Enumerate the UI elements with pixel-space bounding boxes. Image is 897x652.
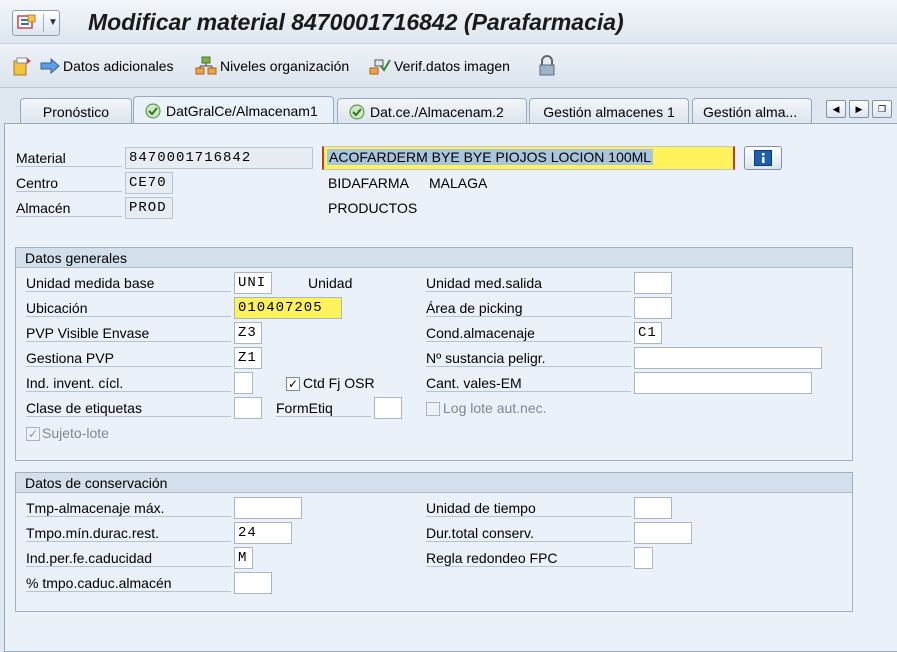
lock-icon: [539, 55, 555, 76]
org-hierarchy-icon: [195, 56, 217, 75]
log-lote-checkbox[interactable]: [426, 402, 440, 416]
ubicacion-field[interactable]: 010407205: [234, 297, 342, 319]
tmp-almacenaje-field[interactable]: [234, 497, 302, 519]
pvp-visible-envase-field[interactable]: Z3: [234, 322, 262, 344]
unidad-medida-base-field[interactable]: UNI: [234, 272, 272, 294]
ubicacion-label: Ubicación: [26, 300, 231, 317]
clase-etiquetas-label: Clase de etiquetas: [26, 400, 231, 417]
log-lote-label: Log lote aut.nec.: [443, 400, 547, 416]
info-icon: [754, 150, 772, 166]
almacen-field[interactable]: PROD: [125, 197, 173, 219]
tab-list-icon: ❐: [877, 103, 887, 114]
tmp-almacenaje-label: Tmp-almacenaje máx.: [26, 500, 231, 517]
tmpo-min-durac-label: Tmpo.mín.durac.rest.: [26, 525, 231, 542]
sustancia-peligr-field[interactable]: [634, 347, 822, 369]
info-button[interactable]: [744, 146, 782, 170]
dur-total-conserv-label: Dur.total conserv.: [426, 525, 631, 542]
menu-icon: [17, 14, 36, 29]
title-bar: ▼ Modificar material 8470001716842 (Para…: [0, 0, 897, 44]
regla-redondeo-label: Regla redondeo FPC: [426, 550, 631, 567]
check-badge-icon: [349, 104, 365, 119]
unidad-tiempo-label: Unidad de tiempo: [426, 500, 631, 517]
check-badge-icon: [145, 103, 161, 118]
cond-almacenaje-label: Cond.almacenaje: [426, 325, 631, 342]
formetiq-field[interactable]: [374, 397, 402, 419]
niveles-organizacion-button[interactable]: Niveles organización: [195, 55, 349, 77]
system-menu-button[interactable]: ▼: [12, 10, 60, 36]
tab-list-button[interactable]: ❐: [872, 100, 892, 118]
ind-per-caducidad-field[interactable]: M: [234, 547, 253, 569]
almacen-label: Almacén: [16, 200, 122, 217]
gestiona-pvp-field[interactable]: Z1: [234, 347, 262, 369]
centro-city: MALAGA: [429, 175, 488, 191]
cond-almacenaje-field[interactable]: C1: [634, 322, 662, 344]
pvp-visible-envase-label: PVP Visible Envase: [26, 325, 231, 342]
chevron-down-icon: ▼: [48, 17, 58, 28]
datos-adicionales-label: Datos adicionales: [63, 58, 174, 74]
cant-vales-em-label: Cant. vales-EM: [426, 375, 631, 392]
tab-label: Pronóstico: [42, 103, 110, 120]
arrow-right-icon: [40, 58, 60, 74]
area-picking-field[interactable]: [634, 297, 672, 319]
verif-datos-imagen-button[interactable]: Verif.datos imagen: [369, 55, 510, 77]
centro-name: BIDAFARMA: [328, 175, 409, 191]
tab-label: Gestión alma...: [703, 103, 798, 120]
ctd-fj-osr-label: Ctd Fj OSR: [303, 375, 375, 391]
tab-label: Gestión almacenes 1: [543, 103, 675, 120]
formetiq-label: FormEtiq: [276, 400, 371, 417]
unidad-med-salida-label: Unidad med.salida: [426, 275, 631, 292]
sujeto-lote-label: Sujeto-lote: [42, 425, 109, 441]
area-picking-label: Área de picking: [426, 300, 631, 317]
material-field[interactable]: 8470001716842: [125, 147, 313, 169]
tab-gestion-almacenes-1[interactable]: Gestión almacenes 1: [529, 98, 689, 124]
pct-tmpo-caduc-label: % tmpo.caduc.almacén: [26, 575, 231, 592]
ind-invent-cicl-label: Ind. invent. cícl.: [26, 375, 231, 392]
gestiona-pvp-label: Gestiona PVP: [26, 350, 231, 367]
verif-datos-imagen-label: Verif.datos imagen: [394, 58, 510, 74]
tab-gestion-alma[interactable]: Gestión alma...: [692, 98, 812, 124]
tab-pronostico[interactable]: Pronóstico: [20, 98, 132, 124]
unidad-medida-base-label: Unidad medida base: [26, 275, 231, 292]
chevron-right-icon: ▶: [855, 103, 863, 114]
material-label: Material: [16, 150, 122, 167]
datos-conservacion-title: Datos de conservación: [16, 473, 852, 493]
tab-label: DatGralCe/Almacenam1: [166, 102, 318, 119]
ctd-fj-osr-checkbox[interactable]: ✓: [286, 377, 300, 391]
material-description-text: ACOFARDERM BYE BYE PIOJOS LOCION 100ML: [327, 149, 654, 165]
regla-redondeo-field[interactable]: [634, 547, 653, 569]
centro-label: Centro: [16, 175, 122, 192]
material-description-field[interactable]: ACOFARDERM BYE BYE PIOJOS LOCION 100ML: [322, 146, 735, 170]
ind-invent-cicl-field[interactable]: [234, 372, 253, 394]
datos-generales-title: Datos generales: [16, 248, 852, 268]
sustancia-peligr-label: Nº sustancia peligr.: [426, 350, 631, 367]
document-change-icon: [13, 57, 31, 76]
lock-button[interactable]: [538, 55, 559, 77]
tab-strip: Pronóstico DatGralCe/Almacenam1 Dat.ce./…: [0, 96, 897, 124]
chevron-left-icon: ◀: [832, 103, 840, 114]
niveles-organizacion-label: Niveles organización: [220, 58, 350, 74]
centro-field[interactable]: CE70: [125, 172, 173, 194]
dur-total-conserv-field[interactable]: [634, 522, 692, 544]
tmpo-min-durac-field[interactable]: 24: [234, 522, 292, 544]
datos-adicionales-button[interactable]: Datos adicionales: [40, 55, 174, 77]
page-title: Modificar material 8470001716842 (Parafa…: [88, 9, 624, 35]
tab-label: Dat.ce./Almacenam.2: [370, 103, 504, 120]
ind-per-caducidad-label: Ind.per.fe.caducidad: [26, 550, 231, 567]
tab-datgralce-almacenam1[interactable]: DatGralCe/Almacenam1: [133, 96, 334, 124]
check-hierarchy-icon: [369, 59, 391, 75]
sujeto-lote-checkbox[interactable]: ✓: [26, 427, 40, 441]
unidad-tiempo-field[interactable]: [634, 497, 672, 519]
application-toolbar: Datos adicionales Niveles organización V…: [0, 44, 897, 88]
unidad-medida-base-text: Unidad: [308, 275, 353, 291]
cant-vales-em-field[interactable]: [634, 372, 812, 394]
clase-etiquetas-field[interactable]: [234, 397, 262, 419]
unidad-med-salida-field[interactable]: [634, 272, 672, 294]
pct-tmpo-caduc-field[interactable]: [234, 572, 272, 594]
almacen-name: PRODUCTOS: [328, 200, 418, 216]
other-material-button[interactable]: [12, 55, 37, 77]
tab-scroll-right-button[interactable]: ▶: [849, 100, 869, 118]
tab-scroll-left-button[interactable]: ◀: [826, 100, 846, 118]
tab-datce-almacenam2[interactable]: Dat.ce./Almacenam.2: [337, 98, 527, 124]
